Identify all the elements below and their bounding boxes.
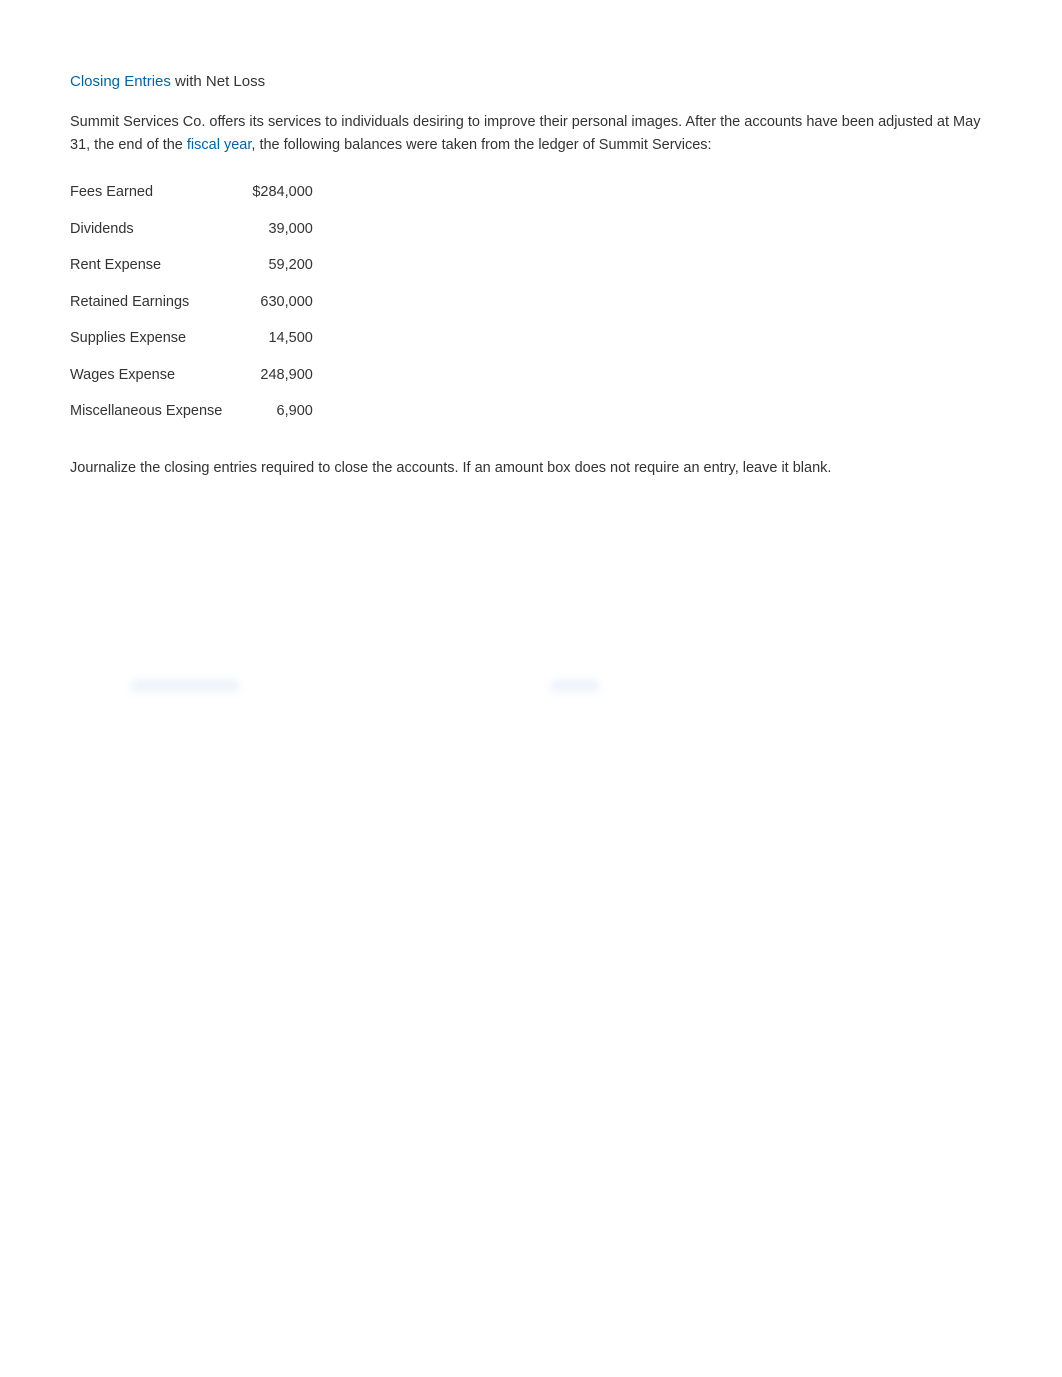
- table-row: Supplies Expense 14,500: [70, 320, 323, 356]
- blurred-bar: [550, 680, 600, 694]
- heading-rest: with Net Loss: [171, 73, 265, 90]
- blurred-content: [70, 680, 992, 694]
- account-name: Supplies Expense: [70, 320, 232, 356]
- account-name: Dividends: [70, 211, 232, 247]
- intro-term: fiscal year: [187, 137, 251, 153]
- account-amount: 6,900: [232, 393, 322, 429]
- ledger-table: Fees Earned $284,000 Dividends 39,000 Re…: [70, 174, 323, 429]
- account-amount: 630,000: [232, 284, 322, 320]
- account-name: Fees Earned: [70, 174, 232, 210]
- account-name: Wages Expense: [70, 357, 232, 393]
- account-amount: 39,000: [232, 211, 322, 247]
- table-row: Dividends 39,000: [70, 211, 323, 247]
- account-name: Miscellaneous Expense: [70, 393, 232, 429]
- heading: Closing Entries with Net Loss: [70, 70, 992, 93]
- account-name: Retained Earnings: [70, 284, 232, 320]
- account-amount: 14,500: [232, 320, 322, 356]
- account-amount: 248,900: [232, 357, 322, 393]
- account-name: Rent Expense: [70, 247, 232, 283]
- table-row: Retained Earnings 630,000: [70, 284, 323, 320]
- heading-term: Closing Entries: [70, 73, 171, 90]
- table-row: Wages Expense 248,900: [70, 357, 323, 393]
- table-row: Miscellaneous Expense 6,900: [70, 393, 323, 429]
- table-row: Rent Expense 59,200: [70, 247, 323, 283]
- intro-paragraph: Summit Services Co. offers its services …: [70, 111, 992, 156]
- table-row: Fees Earned $284,000: [70, 174, 323, 210]
- intro-after: , the following balances were taken from…: [251, 137, 711, 153]
- account-amount: 59,200: [232, 247, 322, 283]
- account-amount: $284,000: [232, 174, 322, 210]
- instruction-paragraph: Journalize the closing entries required …: [70, 457, 992, 479]
- blurred-bar: [130, 680, 240, 694]
